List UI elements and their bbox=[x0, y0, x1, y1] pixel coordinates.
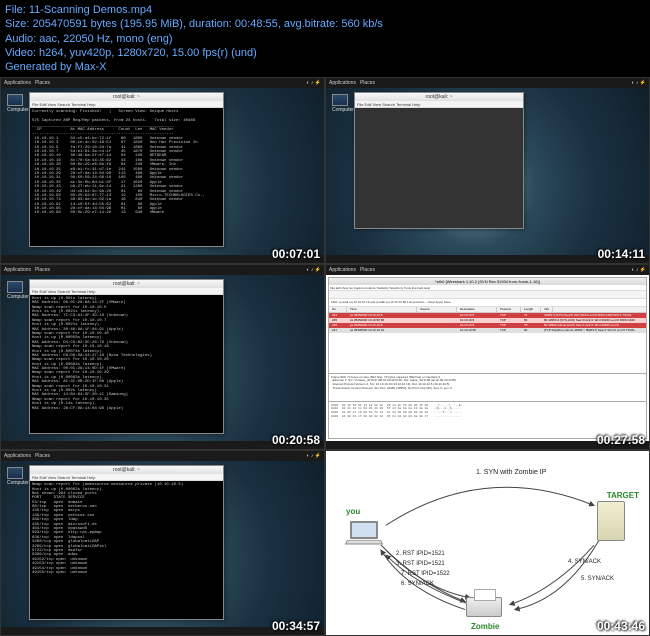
step-1: 1. SYN with Zombie IP bbox=[476, 469, 546, 476]
wireshark-toolbar[interactable] bbox=[329, 291, 646, 299]
you-label: you bbox=[346, 507, 360, 516]
terminal-title: root@kali: ~ bbox=[355, 93, 523, 101]
thumb-1: Applications Places ◐ ♪ ⚡ Computer root@… bbox=[0, 77, 325, 263]
gnome-topbar: Applications Places ◐ ♪ ⚡ bbox=[1, 265, 324, 275]
thumbnail-grid: Applications Places ◐ ♪ ⚡ Computer root@… bbox=[0, 77, 650, 636]
wireshark-window[interactable]: *eth0 [Wireshark 1.10.2 (SVN Rev 51934 f… bbox=[328, 277, 647, 439]
desktop-computer-icon[interactable]: Computer bbox=[7, 94, 25, 116]
gnome-topbar: Applications Places ◐ ♪ ⚡ bbox=[326, 265, 649, 275]
places-menu[interactable]: Places bbox=[35, 453, 50, 459]
tray-icon[interactable]: ◐ ♪ ⚡ bbox=[306, 267, 321, 273]
timestamp: 00:34:57 bbox=[272, 619, 320, 633]
terminal-menu[interactable]: File Edit View Search Terminal Help bbox=[30, 288, 223, 295]
apps-menu[interactable]: Applications bbox=[4, 453, 31, 459]
terminal-title: root@kali: ~ bbox=[30, 280, 223, 288]
thumb-3: Applications Places ◐ ♪ ⚡ Computer root@… bbox=[0, 264, 325, 450]
terminal-window[interactable]: root@kali: ~ File Edit View Search Termi… bbox=[354, 92, 524, 229]
file-line: File: 11-Scanning Demos.mp4 bbox=[5, 3, 645, 17]
step-3: 3. RST IPID=1521 bbox=[396, 561, 445, 567]
media-info-header: File: 11-Scanning Demos.mp4 Size: 205470… bbox=[0, 0, 650, 77]
wireshark-title: *eth0 [Wireshark 1.10.2 (SVN Rev 51934 f… bbox=[329, 278, 646, 285]
wireshark-filter[interactable]: Filter: ip.addr eq 10.10.10.19 and ip.ad… bbox=[329, 299, 646, 307]
terminal-output bbox=[355, 108, 523, 228]
terminal-menu[interactable]: File Edit View Search Terminal Help bbox=[30, 474, 223, 481]
terminal-title: root@kali: ~ bbox=[30, 466, 223, 474]
packet-bytes[interactable]: 0000 00 15 5d 01 34 12 00 0c 29 e8 8b f9… bbox=[329, 401, 646, 420]
places-menu[interactable]: Places bbox=[35, 80, 50, 86]
tray-icon[interactable]: ◐ ♪ ⚡ bbox=[631, 267, 646, 273]
idle-scan-diagram: you TARGET Zombie 1. SYN with Zombie IP … bbox=[326, 451, 649, 635]
terminal-output: Host is up (0.001s latency). MAC Address… bbox=[30, 295, 223, 433]
zombie-label: Zombie bbox=[471, 622, 499, 631]
places-menu[interactable]: Places bbox=[360, 267, 375, 273]
places-menu[interactable]: Places bbox=[360, 80, 375, 86]
timestamp: 00:07:01 bbox=[272, 247, 320, 261]
tray-icon[interactable]: ◐ ♪ ⚡ bbox=[306, 453, 321, 459]
thumb-2: Applications Places ◐ ♪ ⚡ Computer root@… bbox=[325, 77, 650, 263]
apps-menu[interactable]: Applications bbox=[329, 267, 356, 273]
thumb-4: Applications Places ◐ ♪ ⚡ *eth0 [Wiresha… bbox=[325, 264, 650, 450]
places-menu[interactable]: Places bbox=[35, 267, 50, 273]
step-5: 5. SYN/ACK bbox=[581, 576, 614, 582]
size-line: Size: 205470591 bytes (195.95 MiB), dura… bbox=[5, 17, 645, 31]
terminal-title: root@kali: ~ bbox=[30, 93, 223, 101]
terminal-window[interactable]: root@kali: ~ File Edit View Search Termi… bbox=[29, 92, 224, 247]
step-4: 4. SYN/ACK bbox=[568, 559, 601, 565]
generated-line: Generated by Max-X bbox=[5, 60, 645, 74]
desktop-computer-icon[interactable]: Computer bbox=[7, 467, 25, 489]
step-2: 2. RST IPID=1521 bbox=[396, 551, 445, 557]
apps-menu[interactable]: Applications bbox=[4, 267, 31, 273]
step-6: 6. SYN/ACK bbox=[401, 581, 434, 587]
packet-details[interactable]: Frame 500: 74 bytes on wire (592 bits), … bbox=[329, 373, 646, 401]
audio-line: Audio: aac, 22050 Hz, mono (eng) bbox=[5, 32, 645, 46]
target-label: TARGET bbox=[607, 491, 639, 500]
gnome-topbar: Applications Places ◐ ♪ ⚡ bbox=[1, 78, 324, 88]
step-7: 7. RST IPID=1522 bbox=[401, 571, 450, 577]
terminal-menu[interactable]: File Edit View Search Terminal Help bbox=[30, 101, 223, 108]
desktop-computer-icon[interactable]: Computer bbox=[7, 281, 25, 303]
timestamp: 00:14:11 bbox=[598, 247, 645, 261]
timestamp: 00:43:46 bbox=[597, 619, 645, 633]
gnome-topbar: Applications Places ◐ ♪ ⚡ bbox=[1, 451, 324, 461]
desktop-computer-icon[interactable]: Computer bbox=[332, 94, 350, 116]
terminal-window[interactable]: root@kali: ~ File Edit View Search Termi… bbox=[29, 279, 224, 434]
terminal-window[interactable]: root@kali: ~ File Edit View Search Termi… bbox=[29, 465, 224, 620]
terminal-output: Nmap scan report for jamessource.mcssour… bbox=[30, 481, 223, 619]
packet-list[interactable]: 244ps 05252000 10.10.10.510.10.10.5TCP74… bbox=[329, 313, 646, 333]
video-line: Video: h264, yuv420p, 1280x720, 15.00 fp… bbox=[5, 46, 645, 60]
target-node-icon bbox=[597, 501, 625, 541]
tray-icon[interactable]: ◐ ♪ ⚡ bbox=[306, 80, 321, 86]
you-node-icon bbox=[346, 521, 382, 547]
thumb-6: you TARGET Zombie 1. SYN with Zombie IP … bbox=[325, 450, 650, 636]
gnome-topbar: Applications Places ◐ ♪ ⚡ bbox=[326, 78, 649, 88]
terminal-output: Currently scanning: Finished! | Screen V… bbox=[30, 108, 223, 246]
tray-icon[interactable]: ◐ ♪ ⚡ bbox=[631, 80, 646, 86]
timestamp: 00:27:58 bbox=[597, 433, 645, 447]
timestamp: 00:20:58 bbox=[272, 433, 320, 447]
thumb-5: Applications Places ◐ ♪ ⚡ Computer root@… bbox=[0, 450, 325, 636]
packet-row[interactable]: 247ps 05305000 10.10.10.1910.10.10.58TCP… bbox=[329, 328, 646, 333]
apps-menu[interactable]: Applications bbox=[329, 80, 356, 86]
apps-menu[interactable]: Applications bbox=[4, 80, 31, 86]
terminal-menu[interactable]: File Edit View Search Terminal Help bbox=[355, 101, 523, 108]
zombie-node-icon bbox=[466, 589, 502, 617]
